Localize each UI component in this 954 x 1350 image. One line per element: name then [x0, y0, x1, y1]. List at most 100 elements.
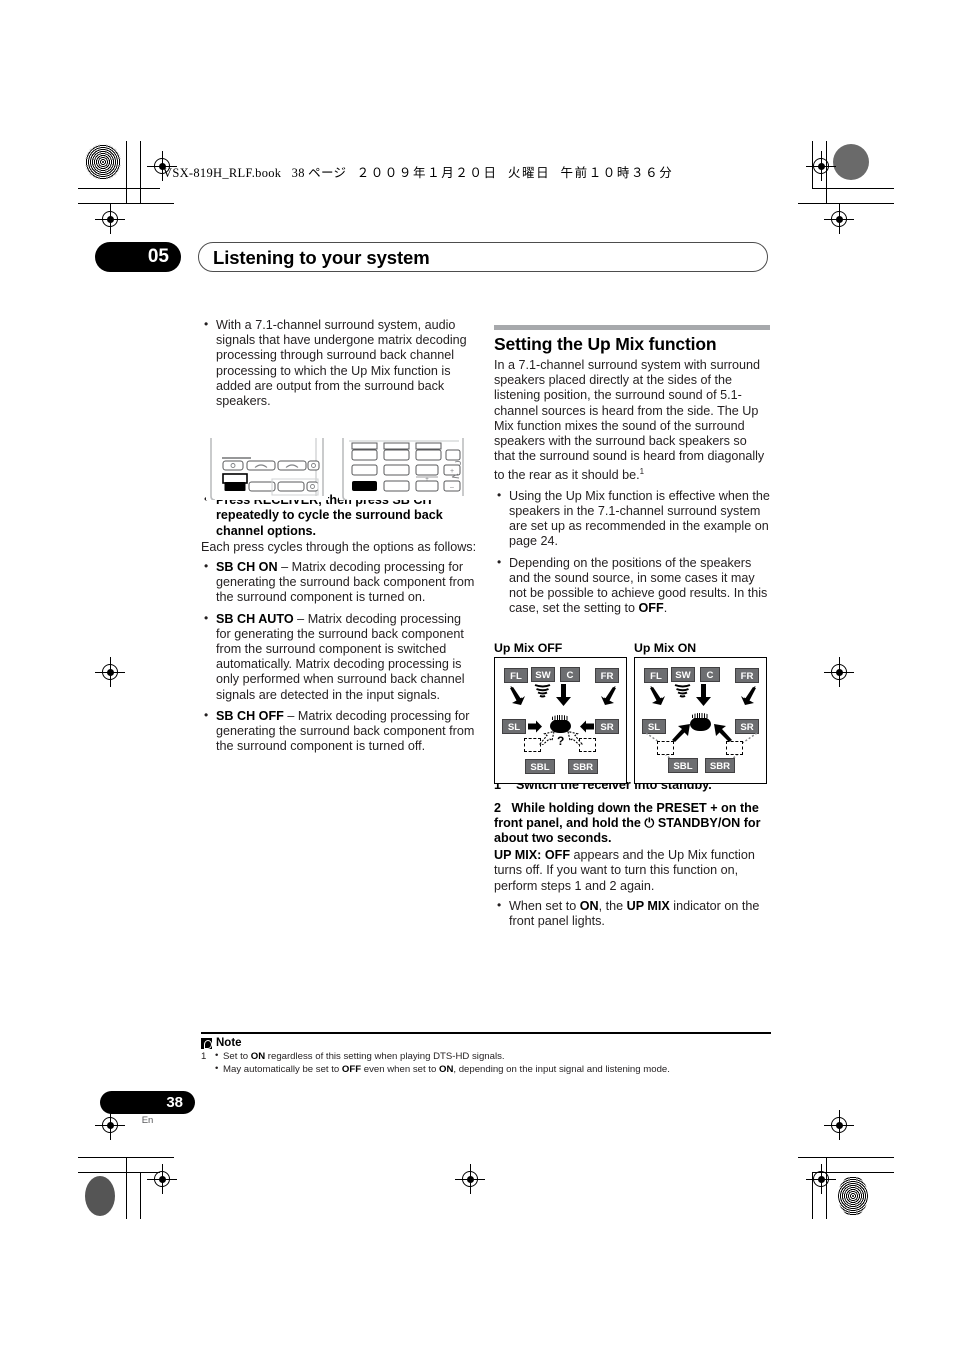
dashed-arrow-left	[539, 731, 555, 745]
subwoofer-wave-icon	[534, 684, 551, 698]
speaker-fl: FL	[504, 668, 528, 683]
note-bold-1: OFF	[341, 1063, 362, 1075]
svg-text:+: +	[425, 477, 429, 483]
registration-mark	[824, 1110, 854, 1140]
ghost-speaker-sbr	[726, 741, 743, 755]
step-2: 2 While holding down the PRESET + on the…	[494, 801, 770, 847]
registration-mark	[806, 151, 836, 181]
note-body: 1 Set to ON regardless of this setting w…	[201, 1050, 771, 1077]
step-2-result-bold: UP MIX: OFF	[494, 848, 571, 863]
print-header-line: VSX-819H_RLF.book 38 ページ ２００９年１月２０日 火曜日 …	[163, 162, 673, 181]
chapter-number-badge: 05	[95, 242, 181, 272]
svg-text:–: –	[450, 484, 454, 491]
page-language-label: En	[141, 1115, 154, 1126]
chapter-header: 05 Listening to your system	[95, 242, 775, 272]
remote-keypad-illustration: + – +	[339, 438, 468, 500]
list-item: SB CH ON – Matrix decoding processing fo…	[201, 559, 477, 606]
step2-note-b2: UP MIX	[626, 898, 670, 913]
list-item: May automatically be set to OFF even whe…	[215, 1063, 771, 1077]
crop-line	[140, 141, 142, 203]
registration-mark	[147, 1164, 177, 1194]
question-mark-label: ?	[557, 734, 565, 748]
print-header-filename: VSX-819H_RLF.book	[163, 166, 282, 180]
intro-bullet-text: With a 7.1-channel surround system, audi…	[216, 318, 467, 409]
note-bold-2: ON	[438, 1063, 454, 1075]
left-column: With a 7.1-channel surround system, audi…	[201, 317, 477, 760]
registration-mark	[824, 657, 854, 687]
density-patch	[838, 1176, 868, 1216]
registration-mark	[95, 204, 125, 234]
step-2-number: 2	[494, 800, 502, 815]
speaker-fl: FL	[644, 668, 668, 683]
crop-line	[812, 1172, 894, 1174]
speaker-sbl: SBL	[668, 758, 698, 773]
registration-mark	[455, 1164, 485, 1194]
speaker-c: C	[560, 667, 580, 682]
step2-note-t2: , the	[598, 898, 627, 913]
option-dash: –	[277, 560, 292, 575]
print-header-page: 38 ページ	[291, 166, 347, 180]
section-accent-bar	[494, 325, 770, 330]
list-item: Set to ON regardless of this setting whe…	[215, 1050, 771, 1064]
list-item: When set to ON, the UP MIX indicator on …	[494, 898, 770, 929]
density-patch	[85, 1176, 115, 1216]
crop-line	[78, 188, 160, 190]
speaker-sbr: SBR	[568, 759, 598, 774]
upmix-note-bold: OFF	[638, 601, 664, 616]
note-icon	[201, 1037, 212, 1049]
front-channel-arrows	[510, 684, 616, 706]
list-item: With a 7.1-channel surround system, audi…	[201, 317, 477, 409]
sb-ch-options-list: SB CH ON – Matrix decoding processing fo…	[201, 559, 477, 754]
upmix-note-tail: .	[663, 601, 668, 616]
note-text-2: regardless of this setting when playing …	[265, 1051, 505, 1063]
note-text-3: , depending on the input signal and list…	[453, 1063, 670, 1075]
speaker-sw: SW	[671, 667, 695, 682]
footnote-marker: 1	[639, 467, 645, 477]
section-body-text: In a 7.1-channel surround system with su…	[494, 358, 770, 484]
right-column: Setting the Up Mix function In a 7.1-cha…	[494, 325, 770, 935]
diagram-upmix-off: FL SW C FR SL SR ? SBL SBR	[494, 657, 627, 784]
svg-text:+: +	[450, 468, 454, 475]
upmix-note-text: Using the Up Mix function is effective w…	[509, 488, 770, 549]
crop-line	[78, 1172, 160, 1174]
remote-artwork-row: + – +	[206, 438, 468, 500]
instruction-follow-text: Each press cycles through the options as…	[201, 539, 477, 554]
note-bold-1: ON	[250, 1051, 266, 1063]
list-item: Depending on the positions of the speake…	[494, 555, 770, 617]
speaker-sw: SW	[531, 667, 555, 682]
note-heading-label: Note	[216, 1037, 242, 1050]
speaker-fr: FR	[735, 668, 759, 683]
upmix-arrow-left	[672, 724, 690, 742]
crop-line	[826, 141, 828, 203]
step2-note-t1: When set to	[509, 898, 580, 913]
print-header-weekday: 火曜日	[507, 166, 551, 180]
option-dash: –	[283, 708, 298, 723]
instruction-bullet: Press RECEIVER, then press SB CH repeate…	[201, 492, 477, 539]
upmix-arrow-right	[714, 724, 732, 742]
speaker-sr: SR	[595, 719, 619, 734]
registration-mark	[95, 657, 125, 687]
speaker-sbl: SBL	[525, 759, 555, 774]
list-item: SB CH AUTO – Matrix decoding processing …	[201, 611, 477, 703]
standby-power-icon: ⏻	[644, 815, 655, 830]
print-header-date: ２００９年１月２０日	[356, 166, 498, 180]
density-patch	[833, 144, 869, 180]
registration-mark	[824, 204, 854, 234]
diagram-label-upmix-on: Up Mix ON	[634, 641, 697, 655]
note-text-1: Set to	[223, 1051, 251, 1063]
ghost-speaker-sbl	[657, 741, 674, 755]
crop-line	[826, 1157, 828, 1219]
crop-line	[812, 188, 894, 190]
note-rule	[201, 1032, 771, 1035]
crop-line	[798, 203, 894, 205]
speaker-fr: FR	[595, 668, 619, 683]
crop-line	[78, 203, 174, 205]
speaker-sbr: SBR	[705, 758, 735, 773]
diagram-upmix-on: FL SW C FR SL SR SBL SBR	[634, 657, 767, 784]
listener-head-icon	[690, 713, 711, 731]
speaker-sl: SL	[502, 719, 526, 734]
registration-mark	[806, 1164, 836, 1194]
list-item: Using the Up Mix function is effective w…	[494, 488, 770, 550]
crop-line	[798, 1157, 894, 1159]
crop-line	[126, 141, 128, 203]
